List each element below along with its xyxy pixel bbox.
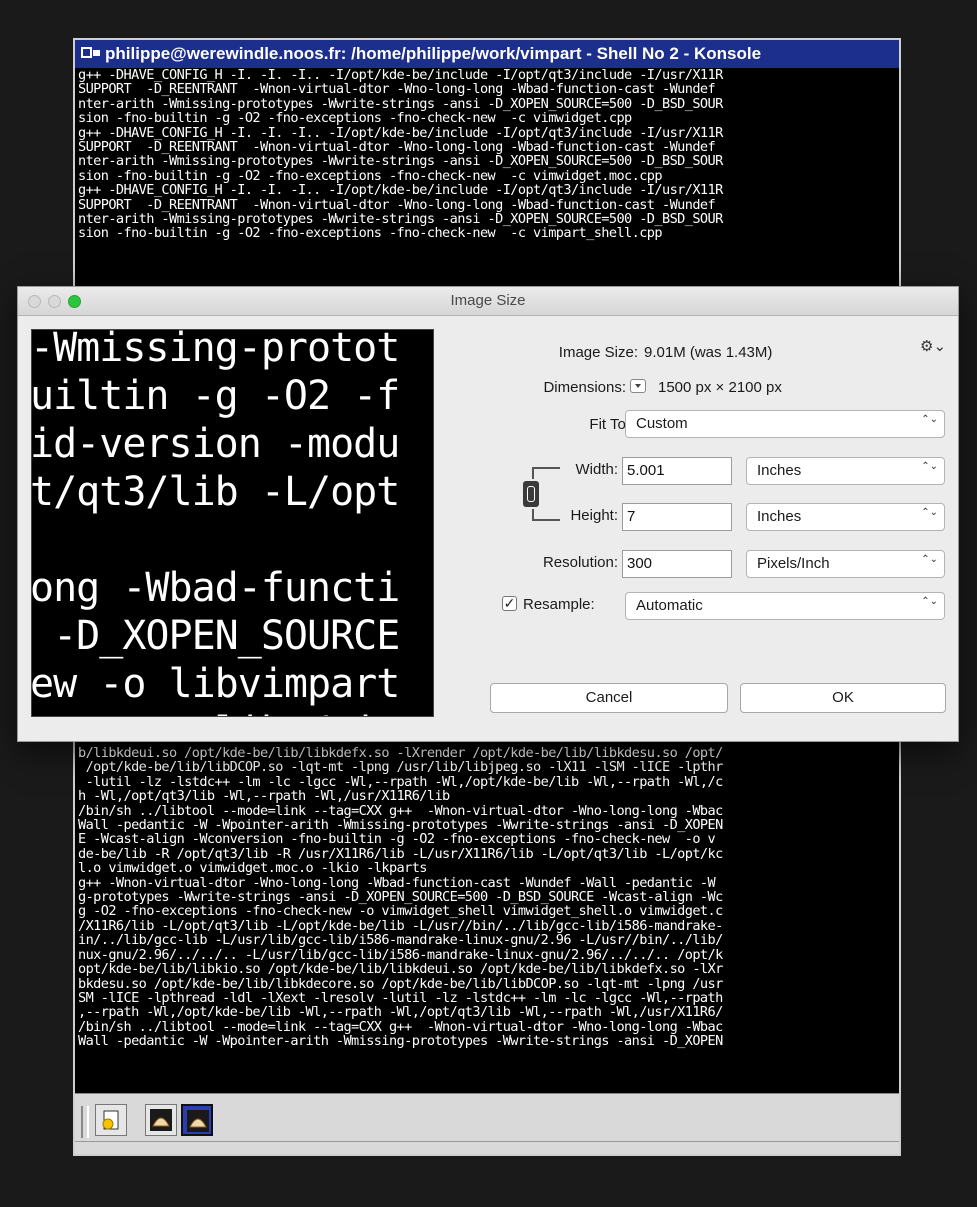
resolution-unit-select[interactable]: Pixels/Inch ⌃⌄ (746, 550, 945, 578)
terminal-output-bottom[interactable]: b/libkdeui.so /opt/kde-be/lib/libkdefx.s… (78, 746, 899, 1094)
toolbar-handle[interactable] (81, 1106, 89, 1138)
fit-to-select[interactable]: Custom ⌃⌄ (625, 410, 945, 438)
height-unit-value: Inches (757, 508, 802, 525)
dimensions-label: Dimensions: (543, 379, 626, 396)
popup-arrows-icon: ⌃⌄ (921, 596, 938, 607)
width-field[interactable]: 5.001 (622, 457, 732, 485)
preview-image-content: -Wmissing-protot uiltin -g -O2 -f id-ver… (31, 329, 400, 716)
konsole-title: philippe@werewindle.noos.fr: /home/phili… (105, 44, 762, 63)
resolution-field[interactable]: 300 (622, 550, 732, 578)
chain-link-icon[interactable] (523, 481, 539, 507)
terminal-output-top[interactable]: g++ -DHAVE_CONFIG_H -I. -I. -I.. -I/opt/… (78, 68, 899, 296)
konsole-titlebar[interactable]: philippe@werewindle.noos.fr: /home/phili… (75, 40, 899, 68)
resample-select[interactable]: Automatic ⌃⌄ (625, 592, 945, 620)
resolution-unit-value: Pixels/Inch (757, 555, 830, 572)
image-size-value: 9.01M (was 1.43M) (644, 344, 773, 361)
popup-arrows-icon: ⌃⌄ (921, 461, 938, 472)
new-session-button[interactable] (95, 1104, 127, 1136)
new-session-icon (102, 1110, 119, 1130)
image-preview[interactable]: -Wmissing-protot uiltin -g -O2 -f id-ver… (31, 329, 434, 717)
cancel-button[interactable]: Cancel (490, 683, 728, 713)
resample-label: Resample: (523, 596, 595, 613)
resample-checkbox[interactable]: ✓ (502, 596, 517, 611)
dialog-title: Image Size (450, 292, 526, 309)
image-size-dialog: Image Size -Wmissing-protot uiltin -g -O… (17, 286, 959, 742)
height-label: Height: (570, 507, 618, 524)
fit-to-label: Fit To: (589, 416, 630, 433)
ok-button[interactable]: OK (740, 683, 946, 713)
width-unit-value: Inches (757, 462, 802, 479)
resample-value: Automatic (636, 597, 703, 614)
dimensions-unit-dropdown-icon[interactable] (630, 379, 646, 393)
image-size-label: Image Size: (558, 344, 638, 361)
konsole-session-toolbar (75, 1093, 899, 1154)
fit-to-value: Custom (636, 415, 688, 432)
width-unit-select[interactable]: Inches ⌃⌄ (746, 457, 945, 485)
popup-arrows-icon: ⌃⌄ (921, 414, 938, 425)
popup-arrows-icon: ⌃⌄ (921, 554, 938, 565)
height-field[interactable]: 7 (622, 503, 732, 531)
popup-arrows-icon: ⌃⌄ (921, 507, 938, 518)
width-label: Width: (575, 461, 618, 478)
resolution-label: Resolution: (542, 554, 618, 571)
window-menu-icon[interactable] (81, 46, 101, 62)
height-unit-select[interactable]: Inches ⌃⌄ (746, 503, 945, 531)
shell-shell-icon (187, 1110, 209, 1132)
dialog-titlebar[interactable]: Image Size (18, 287, 958, 316)
dimensions-value: 1500 px × 2100 px (658, 379, 782, 396)
status-bar (75, 1141, 899, 1154)
session-1-button[interactable] (145, 1104, 177, 1136)
shell-shell-icon (150, 1109, 172, 1131)
session-2-button[interactable] (181, 1104, 213, 1136)
gear-icon[interactable]: ⚙⌄ (920, 337, 946, 355)
